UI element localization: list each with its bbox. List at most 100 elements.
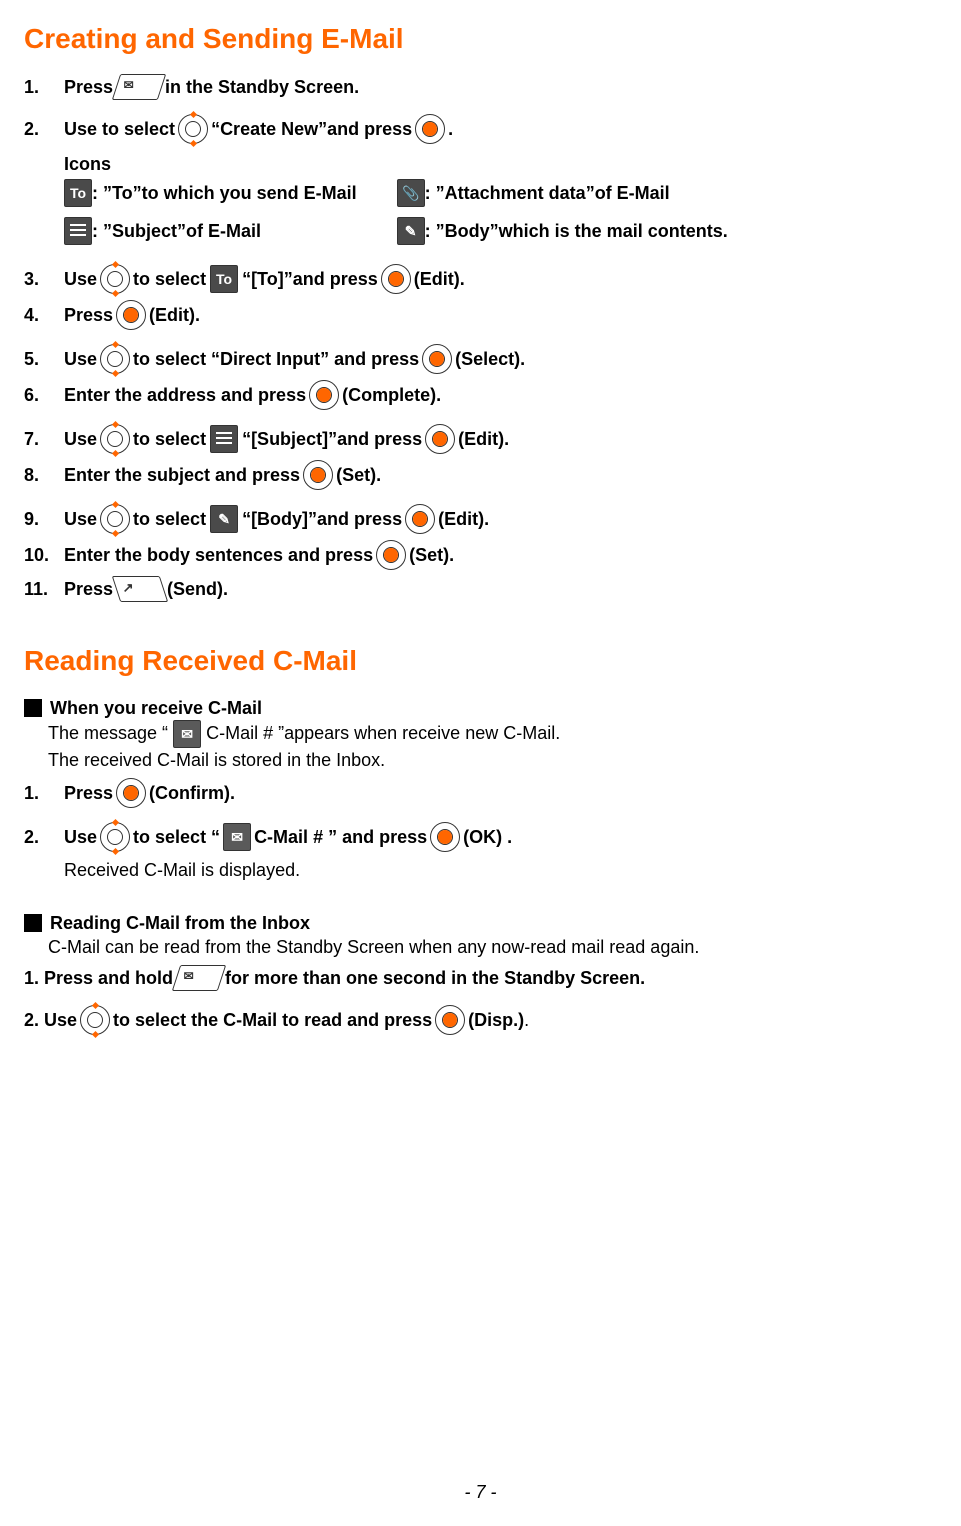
step-11-a: Press	[64, 577, 113, 601]
inbox-desc: C-Mail can be read from the Standby Scre…	[48, 935, 937, 959]
subheading-receive-text: When you receive C-Mail	[50, 696, 262, 720]
step-2-num: 2.	[24, 117, 64, 141]
step-6-num: 6.	[24, 383, 64, 407]
cmail-step-2-a: Use	[64, 825, 97, 849]
step-10: 10. Enter the body sentences and press (…	[24, 540, 937, 570]
step-5-a: Use	[64, 347, 97, 371]
step-2: 2. Use to select “Create New”and press .	[24, 114, 937, 144]
step-5-c: (Select).	[455, 347, 525, 371]
icons-legend: Icons To : ”To”to which you send E-Mail …	[64, 152, 937, 248]
send-softkey-icon	[112, 576, 168, 602]
to-icon: To	[210, 265, 238, 293]
step-9-a: Use	[64, 507, 97, 531]
inbox-step-2: 2. Use to select the C-Mail to read and …	[24, 1005, 937, 1035]
inbox-step-1-b: for more than one second in the Standby …	[225, 966, 645, 990]
step-1-text-b: in the Standby Screen.	[165, 75, 359, 99]
nav-center-icon	[116, 778, 146, 808]
step-8-b: (Set).	[336, 463, 381, 487]
nav-center-icon	[309, 380, 339, 410]
step-11-num: 11.	[24, 577, 64, 601]
nav-center-icon	[422, 344, 452, 374]
body-icon: ✎	[210, 505, 238, 533]
step-3-c: “[To]”and press	[242, 267, 378, 291]
cmail-msg-b: C-Mail # ”appears when receive new C-Mai…	[206, 723, 560, 743]
cmail-step-2-c: C-Mail # ” and press	[254, 825, 427, 849]
nav-vertical-icon	[100, 504, 130, 534]
step-6: 6. Enter the address and press (Complete…	[24, 380, 937, 410]
step-8-a: Enter the subject and press	[64, 463, 300, 487]
step-10-num: 10.	[24, 543, 64, 567]
mail-softkey-icon	[172, 965, 226, 991]
bullet-square-icon	[24, 914, 42, 932]
nav-center-icon	[376, 540, 406, 570]
heading-reading-cmail: Reading Received C-Mail	[24, 642, 937, 680]
step-7-num: 7.	[24, 427, 64, 451]
subject-icon	[64, 217, 92, 245]
cmail-step-2-d: (OK) .	[463, 825, 512, 849]
nav-center-icon	[405, 504, 435, 534]
step-7: 7. Use to select “[Subject]”and press (E…	[24, 424, 937, 454]
icon-attach-text: : ”Attachment data”of E-Mail	[425, 181, 670, 205]
inbox-step-2-d: .	[524, 1008, 529, 1032]
heading-creating-email: Creating and Sending E-Mail	[24, 20, 937, 58]
step-7-c: “[Subject]”and press	[242, 427, 422, 451]
nav-center-icon	[381, 264, 411, 294]
nav-center-icon	[430, 822, 460, 852]
inbox-step-1: 1. Press and hold for more than one seco…	[24, 965, 937, 991]
cmail-envelope-icon: ✉	[223, 823, 251, 851]
nav-center-icon	[425, 424, 455, 454]
step-9-num: 9.	[24, 507, 64, 531]
step-11-b: (Send).	[167, 577, 228, 601]
nav-center-icon	[415, 114, 445, 144]
nav-center-icon	[435, 1005, 465, 1035]
step-7-b: to select	[133, 427, 206, 451]
bullet-square-icon	[24, 699, 42, 717]
step-10-a: Enter the body sentences and press	[64, 543, 373, 567]
nav-vertical-icon	[100, 264, 130, 294]
nav-vertical-icon	[80, 1005, 110, 1035]
nav-center-icon	[303, 460, 333, 490]
step-6-a: Enter the address and press	[64, 383, 306, 407]
inbox-step-1-a: 1. Press and hold	[24, 966, 173, 990]
nav-vertical-icon	[100, 424, 130, 454]
icon-body-text: : ”Body”which is the mail contents.	[425, 219, 728, 243]
cmail-step-1-a: Press	[64, 781, 113, 805]
step-8: 8. Enter the subject and press (Set).	[24, 460, 937, 490]
step-3-a: Use	[64, 267, 97, 291]
step-11: 11. Press (Send).	[24, 576, 937, 602]
icon-subject-text: : ”Subject”of E-Mail	[92, 219, 261, 243]
inbox-step-2-a: 2. Use	[24, 1008, 77, 1032]
step-2-text-a: Use to select	[64, 117, 175, 141]
cmail-step-1-b: (Confirm).	[149, 781, 235, 805]
cmail-step-2: 2. Use to select “ ✉ C-Mail # ” and pres…	[24, 822, 937, 852]
mail-softkey-icon	[112, 74, 166, 100]
step-9: 9. Use to select ✎ “[Body]”and press (Ed…	[24, 504, 937, 534]
step-2-text-b: “Create New”and press	[211, 117, 412, 141]
cmail-step-2-num: 2.	[24, 825, 64, 849]
subheading-inbox: Reading C-Mail from the Inbox	[24, 911, 937, 935]
page-number: - 7 -	[0, 1480, 961, 1504]
step-7-d: (Edit).	[458, 427, 509, 451]
step-9-d: (Edit).	[438, 507, 489, 531]
attachment-icon: 📎	[397, 179, 425, 207]
step-2-text-c: .	[448, 117, 453, 141]
step-3-num: 3.	[24, 267, 64, 291]
step-8-num: 8.	[24, 463, 64, 487]
step-3-b: to select	[133, 267, 206, 291]
body-icon: ✎	[397, 217, 425, 245]
icons-label: Icons	[64, 152, 937, 176]
step-4-b: (Edit).	[149, 303, 200, 327]
subheading-inbox-text: Reading C-Mail from the Inbox	[50, 911, 310, 935]
cmail-envelope-icon: ✉	[173, 720, 201, 748]
step-5: 5. Use to select “Direct Input” and pres…	[24, 344, 937, 374]
cmail-received-note: Received C-Mail is displayed.	[64, 858, 937, 882]
to-icon: To	[64, 179, 92, 207]
nav-vertical-icon	[100, 822, 130, 852]
cmail-step-2-b: to select “	[133, 825, 220, 849]
step-7-a: Use	[64, 427, 97, 451]
cmail-step-1: 1. Press (Confirm).	[24, 778, 937, 808]
step-1-num: 1.	[24, 75, 64, 99]
step-9-c: “[Body]”and press	[242, 507, 402, 531]
nav-center-icon	[116, 300, 146, 330]
cmail-msg-a: The message “	[48, 723, 173, 743]
